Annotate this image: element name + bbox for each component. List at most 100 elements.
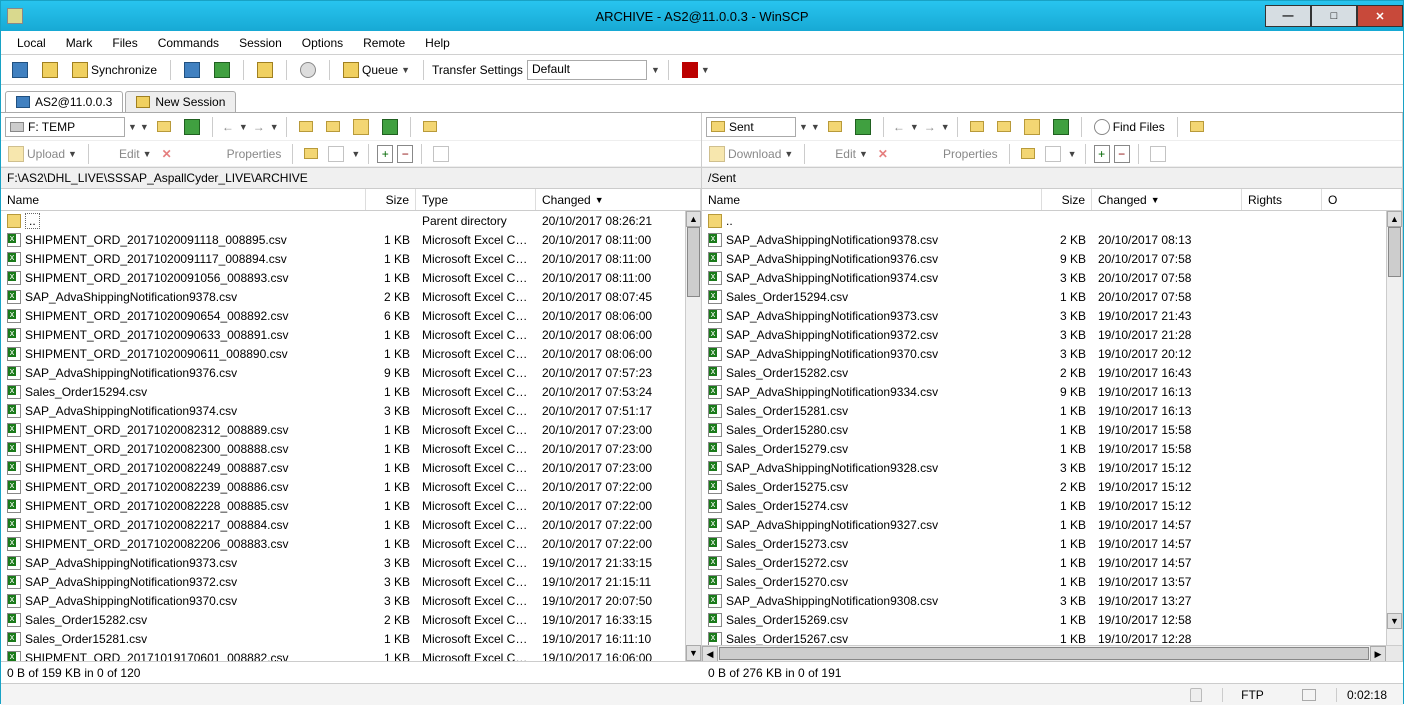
scroll-left-button[interactable]: ◀ <box>702 646 718 662</box>
menu-local[interactable]: Local <box>9 34 54 52</box>
back-button[interactable]: ← <box>220 120 236 134</box>
scroll-up-button[interactable]: ▲ <box>1387 211 1402 227</box>
table-row[interactable]: SAP_AdvaShippingNotification9328.csv3 KB… <box>702 458 1386 477</box>
filter-button[interactable] <box>1147 145 1169 163</box>
minus-button[interactable]: − <box>1114 145 1130 163</box>
scrollbar[interactable]: ▲ ▼ <box>685 211 701 661</box>
scroll-down-button[interactable]: ▼ <box>686 645 701 661</box>
toolbar-button[interactable] <box>179 59 205 81</box>
open-folder-button[interactable] <box>152 118 176 135</box>
table-row[interactable]: SHIPMENT_ORD_20171020090633_008891.csv1 … <box>1 325 685 344</box>
table-row[interactable]: SAP_AdvaShippingNotification9374.csv3 KB… <box>1 401 685 420</box>
menu-help[interactable]: Help <box>417 34 458 52</box>
table-row[interactable]: SHIPMENT_ORD_20171020091117_008894.csv1 … <box>1 249 685 268</box>
session-tab-active[interactable]: AS2@11.0.0.3 <box>5 91 123 112</box>
properties-button[interactable]: Properties <box>205 145 285 163</box>
table-row[interactable]: SAP_AdvaShippingNotification9378.csv2 KB… <box>702 230 1386 249</box>
refresh-button[interactable] <box>377 116 403 138</box>
drive-selector[interactable]: F: TEMP <box>5 117 125 137</box>
maximize-button[interactable]: □ <box>1311 5 1357 27</box>
table-row[interactable]: SAP_AdvaShippingNotification9327.csv1 KB… <box>702 515 1386 534</box>
table-row[interactable]: SHIPMENT_ORD_20171020091118_008895.csv1 … <box>1 230 685 249</box>
menu-remote[interactable]: Remote <box>355 34 413 52</box>
open-folder-button[interactable] <box>823 118 847 135</box>
bookmark-button[interactable] <box>418 118 442 135</box>
table-row[interactable]: Sales_Order15281.csv1 KBMicrosoft Excel … <box>1 629 685 648</box>
scroll-thumb-h[interactable] <box>719 647 1369 660</box>
new-folder-button[interactable] <box>1018 147 1038 160</box>
table-row[interactable]: Sales_Order15279.csv1 KB19/10/2017 15:58 <box>702 439 1386 458</box>
table-row[interactable]: Sales_Order15270.csv1 KB19/10/2017 13:57 <box>702 572 1386 591</box>
table-row[interactable]: SAP_AdvaShippingNotification9372.csv3 KB… <box>1 572 685 591</box>
filter-button[interactable] <box>430 145 452 163</box>
table-row[interactable]: Sales_Order15269.csv1 KB19/10/2017 12:58 <box>702 610 1386 629</box>
table-row[interactable]: SHIPMENT_ORD_20171020082312_008889.csv1 … <box>1 420 685 439</box>
close-button[interactable]: ✕ <box>1357 5 1403 27</box>
bookmark-button[interactable] <box>1185 118 1209 135</box>
forward-button[interactable]: → <box>922 120 938 134</box>
back-button[interactable]: ← <box>891 120 907 134</box>
col-changed[interactable]: Changed▼ <box>1092 189 1242 210</box>
table-row[interactable]: SAP_AdvaShippingNotification9374.csv3 KB… <box>702 268 1386 287</box>
scroll-right-button[interactable]: ▶ <box>1370 646 1386 662</box>
table-row[interactable]: Sales_Order15274.csv1 KB19/10/2017 15:12 <box>702 496 1386 515</box>
new-folder-button[interactable] <box>301 147 321 160</box>
sync-button[interactable]: Synchronize <box>67 59 162 81</box>
scrollbar-h[interactable]: ◀ ▶ <box>702 645 1402 661</box>
table-row[interactable]: Sales_Order15282.csv2 KB19/10/2017 16:43 <box>702 363 1386 382</box>
delete-button[interactable]: ✕ <box>159 146 175 162</box>
settings-button[interactable] <box>295 59 321 81</box>
col-type[interactable]: Type <box>416 189 536 210</box>
edit-button[interactable]: Edit▼ <box>813 145 871 163</box>
table-row[interactable]: SAP_AdvaShippingNotification9378.csv2 KB… <box>1 287 685 306</box>
col-owner[interactable]: O <box>1322 189 1402 210</box>
scrollbar[interactable]: ▲ ▼ <box>1386 211 1402 645</box>
menu-commands[interactable]: Commands <box>150 34 227 52</box>
table-row[interactable]: Sales_Order15294.csv1 KB20/10/2017 07:58 <box>702 287 1386 306</box>
scroll-thumb[interactable] <box>687 227 700 297</box>
new-file-button[interactable] <box>1042 145 1064 163</box>
upload-button[interactable]: Upload▼ <box>5 145 80 163</box>
minus-button[interactable]: − <box>397 145 413 163</box>
table-row[interactable]: Sales_Order15275.csv2 KB19/10/2017 15:12 <box>702 477 1386 496</box>
refresh-button[interactable] <box>179 116 205 138</box>
table-row[interactable]: Sales_Order15280.csv1 KB19/10/2017 15:58 <box>702 420 1386 439</box>
scroll-thumb[interactable] <box>1388 227 1401 277</box>
folder-button[interactable] <box>965 118 989 135</box>
disconnect-button[interactable]: ▼ <box>677 59 715 81</box>
table-row[interactable]: SHIPMENT_ORD_20171020082239_008886.csv1 … <box>1 477 685 496</box>
toolbar-button[interactable] <box>252 59 278 81</box>
table-row[interactable]: SHIPMENT_ORD_20171020082217_008884.csv1 … <box>1 515 685 534</box>
find-files-button[interactable]: Find Files <box>1089 116 1170 138</box>
col-name[interactable]: Name <box>702 189 1042 210</box>
table-row[interactable]: Sales_Order15294.csv1 KBMicrosoft Excel … <box>1 382 685 401</box>
table-row[interactable]: SAP_AdvaShippingNotification9376.csv9 KB… <box>1 363 685 382</box>
parent-row[interactable]: .. <box>702 211 1386 230</box>
forward-button[interactable]: → <box>251 120 267 134</box>
folder-button[interactable] <box>321 118 345 135</box>
table-row[interactable]: SHIPMENT_ORD_20171020082300_008888.csv1 … <box>1 439 685 458</box>
col-size[interactable]: Size <box>366 189 416 210</box>
home-button[interactable] <box>1019 116 1045 138</box>
table-row[interactable]: SAP_AdvaShippingNotification9376.csv9 KB… <box>702 249 1386 268</box>
sites-button[interactable] <box>37 59 63 81</box>
table-row[interactable]: SHIPMENT_ORD_20171020082228_008885.csv1 … <box>1 496 685 515</box>
table-row[interactable]: SAP_AdvaShippingNotification9370.csv3 KB… <box>702 344 1386 363</box>
new-file-button[interactable] <box>325 145 347 163</box>
remote-file-list[interactable]: ..SAP_AdvaShippingNotification9378.csv2 … <box>702 211 1402 645</box>
queue-button[interactable]: Queue▼ <box>338 59 415 81</box>
table-row[interactable]: SHIPMENT_ORD_20171020090654_008892.csv6 … <box>1 306 685 325</box>
scroll-down-button[interactable]: ▼ <box>1387 613 1402 629</box>
download-button[interactable]: Download▼ <box>706 145 796 163</box>
col-rights[interactable]: Rights <box>1242 189 1322 210</box>
minimize-button[interactable]: — <box>1265 5 1311 27</box>
new-session-tab[interactable]: New Session <box>125 91 236 112</box>
col-name[interactable]: Name <box>1 189 366 210</box>
menu-options[interactable]: Options <box>294 34 351 52</box>
menu-mark[interactable]: Mark <box>58 34 101 52</box>
table-row[interactable]: SAP_AdvaShippingNotification9370.csv3 KB… <box>1 591 685 610</box>
table-row[interactable]: SAP_AdvaShippingNotification9373.csv3 KB… <box>1 553 685 572</box>
edit-button[interactable]: Edit▼ <box>97 145 155 163</box>
table-row[interactable]: SHIPMENT_ORD_20171019170601_008882.csv1 … <box>1 648 685 661</box>
table-row[interactable]: Sales_Order15281.csv1 KB19/10/2017 16:13 <box>702 401 1386 420</box>
